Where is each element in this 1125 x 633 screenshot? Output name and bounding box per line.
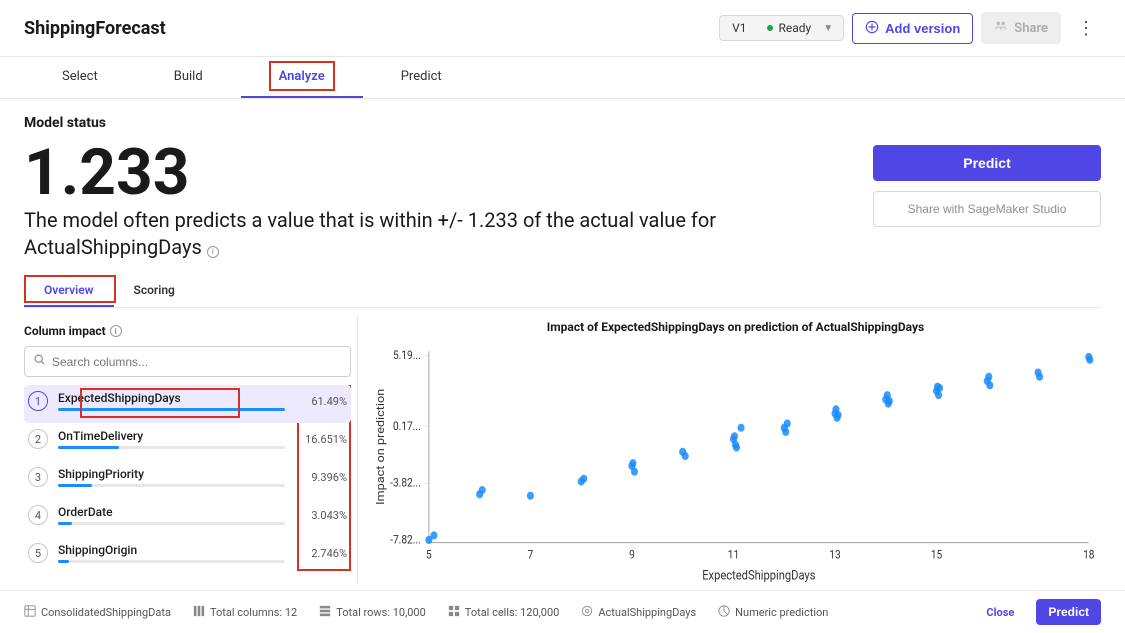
column-name: ExpectedShippingDays [58, 391, 181, 405]
impact-pct: 16.651% [295, 433, 347, 446]
rank-badge: 5 [28, 543, 48, 563]
list-item[interactable]: 5 ShippingOrigin 2.746% [24, 537, 351, 575]
type-icon [718, 605, 730, 620]
column-impact-list: 1 ExpectedShippingDays 61.49% 2 OnTimeDe… [24, 385, 351, 584]
impact-pct: 61.49% [295, 395, 347, 408]
svg-text:5.19...: 5.19... [393, 348, 421, 362]
column-name: ShippingPriority [58, 467, 144, 481]
chart-title: Impact of ExpectedShippingDays on predic… [370, 320, 1101, 334]
highlight-box [269, 61, 335, 91]
svg-text:18: 18 [1083, 548, 1094, 562]
more-menu-icon[interactable]: ⋮ [1071, 14, 1101, 43]
close-button[interactable]: Close [986, 606, 1014, 619]
columns-icon [193, 605, 205, 620]
dataset-name: ConsolidatedShippingData [41, 606, 171, 619]
column-name: ShippingOrigin [58, 543, 137, 557]
total-cells: Total cells: 120,000 [465, 606, 560, 619]
rank-badge: 3 [28, 467, 48, 487]
share-button: Share [981, 12, 1061, 44]
footer-predict-button[interactable]: Predict [1036, 599, 1101, 625]
total-rows: Total rows: 10,000 [336, 606, 426, 619]
info-icon[interactable]: i [207, 246, 219, 258]
subtab-scoring[interactable]: Scoring [114, 275, 195, 307]
total-columns: Total columns: 12 [210, 606, 297, 619]
column-impact-panel: Column impact i 1 ExpectedShippingDays [24, 316, 358, 584]
metric-description: The model often predicts a value that is… [24, 207, 804, 261]
rank-badge: 4 [28, 505, 48, 525]
metric-value: 1.233 [24, 141, 849, 205]
svg-text:15: 15 [931, 548, 942, 562]
scatter-chart: -7.82... -3.82... 0.17... 5.19... 5 7 9 11 13 15 1… [370, 342, 1101, 584]
svg-text:7: 7 [528, 548, 534, 562]
svg-text:9: 9 [629, 548, 635, 562]
impact-pct: 9.396% [295, 471, 347, 484]
rank-badge: 1 [28, 391, 48, 411]
svg-text:-7.82...: -7.82... [390, 533, 421, 547]
rows-icon [319, 605, 331, 620]
svg-text:5: 5 [426, 548, 432, 562]
column-name: OnTimeDelivery [58, 429, 143, 443]
svg-text:-3.82...: -3.82... [390, 476, 421, 490]
svg-text:0.17...: 0.17... [393, 420, 421, 434]
ready-label: Ready [779, 21, 812, 35]
share-sagemaker-button: Share with SageMaker Studio [873, 191, 1101, 227]
body: Model status 1.233 The model often predi… [0, 99, 1125, 590]
target-column: ActualShippingDays [598, 606, 696, 619]
model-status-label: Model status [24, 115, 1101, 131]
svg-text:13: 13 [829, 548, 840, 562]
list-item[interactable]: 2 OnTimeDelivery 16.651% [24, 423, 351, 461]
share-label: Share [1014, 21, 1048, 36]
table-icon [24, 605, 36, 620]
prediction-type: Numeric prediction [735, 606, 828, 619]
footer: ConsolidatedShippingData Total columns: … [0, 590, 1125, 633]
chevron-down-icon: ▼ [823, 23, 833, 34]
search-columns[interactable] [24, 346, 351, 377]
tab-build[interactable]: Build [136, 57, 241, 98]
svg-text:11: 11 [728, 548, 739, 562]
add-version-label: Add version [885, 21, 960, 36]
impact-pct: 2.746% [295, 547, 347, 560]
svg-text:Impact on prediction: Impact on prediction [374, 389, 387, 505]
column-impact-label: Column impact [24, 324, 106, 338]
cells-icon [448, 605, 460, 620]
add-version-button[interactable]: Add version [852, 13, 973, 44]
list-item[interactable]: 3 ShippingPriority 9.396% [24, 461, 351, 499]
highlight-box [24, 275, 116, 303]
target-icon [581, 605, 593, 620]
search-input[interactable] [52, 355, 342, 369]
impact-pct: 3.043% [295, 509, 347, 522]
top-tabs: Select Build Analyze Predict [0, 57, 1125, 99]
sub-tabs: Overview Scoring [24, 275, 1101, 308]
version-selector[interactable]: V1 Ready ▼ [719, 15, 844, 41]
info-icon[interactable]: i [110, 325, 122, 337]
list-item[interactable]: 4 OrderDate 3.043% [24, 499, 351, 537]
chart-panel: Impact of ExpectedShippingDays on predic… [358, 316, 1101, 584]
version-label: V1 [732, 21, 746, 35]
svg-text:ExpectedShippingDays: ExpectedShippingDays [702, 568, 815, 583]
tab-predict[interactable]: Predict [363, 57, 480, 98]
header: ShippingForecast V1 Ready ▼ Add version … [0, 0, 1125, 57]
plus-circle-icon [865, 20, 879, 37]
tab-select[interactable]: Select [24, 57, 136, 98]
people-icon [994, 19, 1008, 37]
rank-badge: 2 [28, 429, 48, 449]
predict-button[interactable]: Predict [873, 145, 1101, 181]
ready-dot-icon [767, 25, 773, 31]
column-name: OrderDate [58, 505, 113, 519]
page-title: ShippingForecast [24, 18, 166, 39]
list-item[interactable]: 1 ExpectedShippingDays 61.49% [24, 385, 351, 423]
search-icon [33, 353, 46, 370]
